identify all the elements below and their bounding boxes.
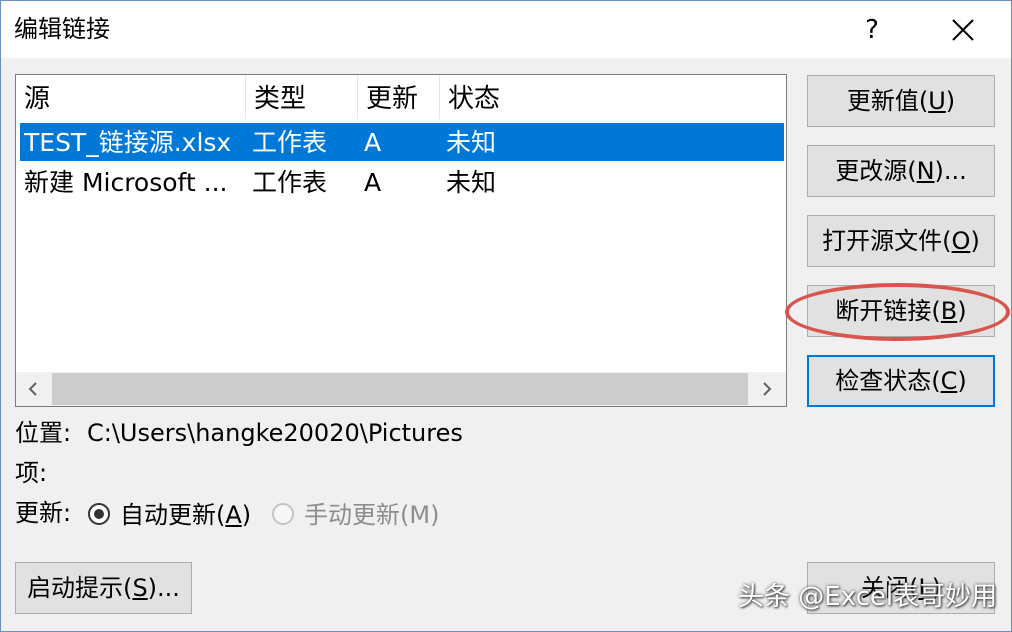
break-link-button[interactable]: 断开链接(B) xyxy=(807,285,995,337)
watermark: 头条 @Excel表哥妙用 xyxy=(738,582,998,612)
table-row[interactable]: TEST_链接源.xlsx 工作表 A 未知 xyxy=(20,123,784,161)
dialog-title: 编辑链接 xyxy=(14,15,110,43)
open-source-button[interactable]: 打开源文件(O) xyxy=(807,215,995,267)
scroll-right-button[interactable] xyxy=(750,372,784,406)
startup-prompt-button[interactable]: 启动提示(S)... xyxy=(15,562,192,614)
close-window-button[interactable] xyxy=(936,8,990,52)
row-status: 未知 xyxy=(446,168,497,197)
auto-update-label[interactable]: 自动更新(A) xyxy=(120,500,251,530)
update-values-button[interactable]: 更新值(U) xyxy=(807,75,995,127)
location-value: C:\Users\hangke20020\Pictures xyxy=(87,419,463,447)
manual-update-label[interactable]: 手动更新(M) xyxy=(304,500,439,530)
list-header: 源 类型 更新 状态 xyxy=(16,75,786,119)
chevron-right-icon xyxy=(763,382,772,396)
change-source-button[interactable]: 更改源(N)... xyxy=(807,145,995,197)
horizontal-scrollbar[interactable] xyxy=(16,372,786,406)
column-header-type[interactable]: 类型 xyxy=(246,75,358,119)
scroll-thumb[interactable] xyxy=(52,373,748,405)
chevron-left-icon xyxy=(28,382,37,396)
row-source: 新建 Microsoft ... xyxy=(24,168,228,197)
check-status-button[interactable]: 检查状态(C) xyxy=(807,355,995,407)
auto-update-radio[interactable] xyxy=(88,503,110,525)
item-label: 项: xyxy=(15,459,48,487)
row-source: TEST_链接源.xlsx xyxy=(24,128,232,157)
close-icon xyxy=(952,19,974,41)
manual-update-radio[interactable] xyxy=(272,503,294,525)
row-update: A xyxy=(364,128,382,157)
column-header-update[interactable]: 更新 xyxy=(358,75,440,119)
update-label: 更新: xyxy=(15,499,72,527)
row-type: 工作表 xyxy=(252,128,328,157)
title-bar: 编辑链接 ? xyxy=(0,0,1012,58)
links-list[interactable]: 源 类型 更新 状态 TEST_链接源.xlsx 工作表 A 未知 新建 Mic… xyxy=(15,74,787,407)
scroll-left-button[interactable] xyxy=(16,372,50,406)
table-row[interactable]: 新建 Microsoft ... 工作表 A 未知 xyxy=(20,163,784,201)
column-header-source[interactable]: 源 xyxy=(16,75,246,119)
row-status: 未知 xyxy=(446,128,497,157)
location-label: 位置: xyxy=(15,419,72,447)
row-type: 工作表 xyxy=(252,168,328,197)
row-update: A xyxy=(364,168,382,197)
column-header-status[interactable]: 状态 xyxy=(440,75,786,119)
help-button[interactable]: ? xyxy=(852,10,892,50)
